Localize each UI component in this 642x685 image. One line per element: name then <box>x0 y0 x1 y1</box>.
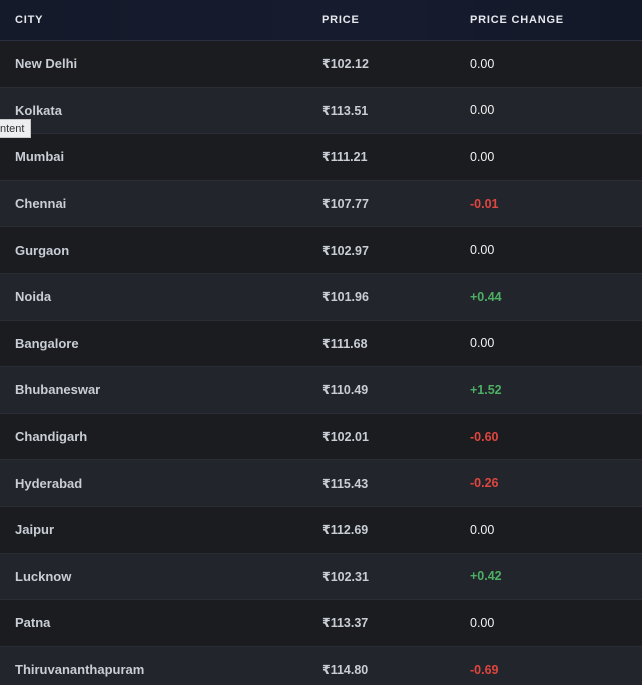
cell-price-change: -0.01 <box>470 196 499 211</box>
cell-city: Chandigarh <box>15 429 88 445</box>
cell-price-change: -0.60 <box>470 429 499 444</box>
table-row[interactable]: Chennai ₹107.77 -0.01 <box>0 180 642 228</box>
column-header-price-change[interactable]: PRICE CHANGE <box>470 14 564 26</box>
cell-price-change: 0.00 <box>470 243 495 258</box>
cell-city: Kolkata <box>15 102 62 118</box>
cell-price: ₹107.77 <box>322 197 369 212</box>
cell-city: Patna <box>15 615 51 631</box>
cell-city: Gurgaon <box>15 242 70 258</box>
cell-price-change: +1.52 <box>470 382 502 397</box>
cell-price: ₹102.12 <box>322 57 369 72</box>
cell-price-change: 0.00 <box>470 522 495 537</box>
table-row[interactable]: Bangalore ₹111.68 0.00 <box>0 320 642 368</box>
cell-price-change: 0.00 <box>470 103 495 118</box>
cell-price: ₹102.31 <box>322 569 369 584</box>
cell-price: ₹113.37 <box>322 616 369 631</box>
cell-city: Mumbai <box>15 149 65 165</box>
cell-price: ₹111.68 <box>322 336 368 351</box>
cell-city: Noida <box>15 289 52 305</box>
table-header: CITY PRICE PRICE CHANGE <box>0 0 642 41</box>
cell-price: ₹111.21 <box>322 150 368 165</box>
cell-price-change: 0.00 <box>470 615 495 630</box>
cell-price: ₹102.01 <box>322 430 369 445</box>
cell-city: Bhubaneswar <box>15 382 101 398</box>
table-row[interactable]: Kolkata ₹113.51 0.00 <box>0 87 642 135</box>
table-row[interactable]: Bhubaneswar ₹110.49 +1.52 <box>0 367 642 414</box>
table-row[interactable]: Jaipur ₹112.69 0.00 <box>0 506 642 554</box>
table-row[interactable]: Thiruvananthapuram ₹114.80 -0.69 <box>0 646 642 685</box>
cell-price: ₹112.69 <box>322 523 369 538</box>
cell-city: New Delhi <box>15 56 78 72</box>
table-row[interactable]: Chandigarh ₹102.01 -0.60 <box>0 413 642 461</box>
table-row[interactable]: Gurgaon ₹102.97 0.00 <box>0 227 642 274</box>
table-row[interactable]: Hyderabad ₹115.43 -0.26 <box>0 460 642 507</box>
cell-city: Jaipur <box>15 522 55 538</box>
column-header-price[interactable]: PRICE <box>322 14 360 26</box>
cell-price-change: 0.00 <box>470 56 495 71</box>
cell-price: ₹113.51 <box>322 103 369 118</box>
cell-price: ₹101.96 <box>322 290 369 305</box>
cell-price-change: +0.44 <box>470 289 502 304</box>
cell-city: Bangalore <box>15 335 79 351</box>
cell-price-change: 0.00 <box>470 336 495 351</box>
cell-price: ₹114.80 <box>322 663 369 678</box>
table-row[interactable]: New Delhi ₹102.12 0.00 <box>0 41 642 88</box>
cell-price-change: -0.69 <box>470 662 499 677</box>
cell-price-change: -0.26 <box>470 476 499 491</box>
cell-price: ₹115.43 <box>322 476 369 491</box>
cell-city: Chennai <box>15 196 67 212</box>
fuel-price-table: CITY PRICE PRICE CHANGE New Delhi ₹102.12… <box>0 0 642 685</box>
column-header-city[interactable]: CITY <box>15 14 43 26</box>
table-row[interactable]: Mumbai ₹111.21 0.00 <box>0 134 642 181</box>
cell-price: ₹110.49 <box>322 383 369 398</box>
table-body: New Delhi ₹102.12 0.00 Kolkata ₹113.51 0.00 Mu… <box>0 41 642 685</box>
cell-price-change: +0.42 <box>470 569 502 584</box>
cell-price: ₹102.97 <box>322 243 369 258</box>
tooltip: ntent <box>0 119 32 138</box>
cell-price-change: 0.00 <box>470 149 495 164</box>
cell-city: Hyderabad <box>15 475 83 491</box>
table-row[interactable]: Lucknow ₹102.31 +0.42 <box>0 553 642 601</box>
cell-city: Thiruvananthapuram <box>15 662 145 678</box>
table-row[interactable]: Noida ₹101.96 +0.44 <box>0 273 642 321</box>
cell-city: Lucknow <box>15 568 72 584</box>
table-row[interactable]: Patna ₹113.37 0.00 <box>0 600 642 647</box>
